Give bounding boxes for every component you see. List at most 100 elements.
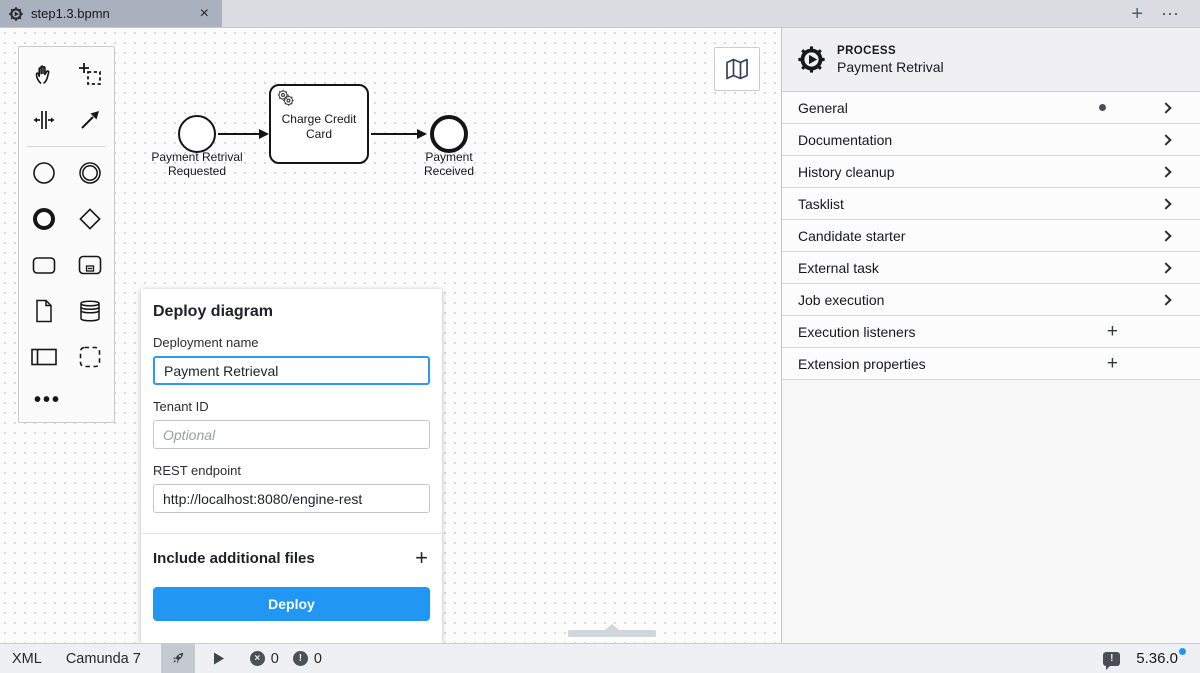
chevron-right-icon bbox=[1160, 294, 1171, 305]
section-documentation[interactable]: Documentation bbox=[782, 124, 1200, 156]
create-end-event[interactable] bbox=[21, 196, 67, 242]
end-event-icon bbox=[31, 206, 57, 232]
section-tasklist[interactable]: Tasklist bbox=[782, 188, 1200, 220]
space-tool-icon bbox=[32, 108, 56, 132]
create-subprocess[interactable] bbox=[67, 242, 113, 288]
create-start-event[interactable] bbox=[21, 150, 67, 196]
element-type-label: PROCESS bbox=[837, 45, 944, 57]
create-group[interactable] bbox=[67, 334, 113, 380]
error-icon: × bbox=[250, 651, 265, 666]
map-icon bbox=[724, 57, 750, 81]
create-data-store[interactable] bbox=[67, 288, 113, 334]
end-event-label: Payment Received bbox=[404, 150, 494, 179]
create-gateway[interactable] bbox=[67, 196, 113, 242]
tab-close-icon[interactable]: × bbox=[197, 6, 212, 22]
space-tool[interactable] bbox=[21, 97, 67, 143]
connect-tool-icon bbox=[78, 108, 102, 132]
section-history-cleanup[interactable]: History cleanup bbox=[782, 156, 1200, 188]
bottom-panel-handle[interactable] bbox=[568, 630, 656, 637]
rest-endpoint-input[interactable] bbox=[153, 484, 430, 513]
create-intermediate-event[interactable] bbox=[67, 150, 113, 196]
status-bar-right: ! 5.36.0 bbox=[1103, 650, 1200, 667]
properties-panel: PROCESS Payment Retrival General Documen… bbox=[781, 28, 1200, 643]
chevron-right-icon bbox=[1160, 102, 1171, 113]
data-store-icon bbox=[77, 298, 103, 324]
tab-bar-actions: + ⋯ bbox=[1131, 0, 1200, 27]
xml-toggle[interactable]: XML bbox=[0, 644, 54, 673]
tab-label: step1.3.bpmn bbox=[31, 6, 189, 21]
chevron-right-icon bbox=[1160, 230, 1171, 241]
add-execution-listener-button[interactable]: + bbox=[1107, 322, 1118, 341]
task-icon bbox=[31, 252, 57, 278]
deploy-dialog-title: Deploy diagram bbox=[153, 303, 430, 321]
section-job-execution[interactable]: Job execution bbox=[782, 284, 1200, 316]
start-instance-button[interactable] bbox=[201, 644, 236, 673]
process-gear-play-icon bbox=[798, 46, 825, 73]
section-extension-properties[interactable]: Extension properties + bbox=[782, 348, 1200, 380]
create-participant[interactable] bbox=[21, 334, 67, 380]
add-extension-property-button[interactable]: + bbox=[1107, 354, 1118, 373]
properties-panel-header: PROCESS Payment Retrival bbox=[782, 28, 1200, 92]
element-name: Payment Retrival bbox=[837, 59, 944, 75]
overflow-menu-icon[interactable]: ⋯ bbox=[1161, 5, 1180, 23]
deployment-name-input[interactable] bbox=[153, 356, 430, 385]
section-candidate-starter[interactable]: Candidate starter bbox=[782, 220, 1200, 252]
engine-selector[interactable]: Camunda 7 bbox=[54, 644, 153, 673]
section-general[interactable]: General bbox=[782, 92, 1200, 124]
section-execution-listeners[interactable]: Execution listeners + bbox=[782, 316, 1200, 348]
lasso-tool-icon bbox=[78, 62, 102, 86]
participant-icon bbox=[30, 345, 58, 369]
section-external-task[interactable]: External task bbox=[782, 252, 1200, 284]
deploy-tool-button[interactable] bbox=[161, 644, 195, 673]
deploy-button[interactable]: Deploy bbox=[153, 587, 430, 621]
palette-more-button[interactable]: ••• bbox=[19, 380, 114, 420]
status-bar: XML Camunda 7 × 0 ! 0 bbox=[0, 643, 1200, 673]
data-object-icon bbox=[32, 298, 56, 324]
start-event-icon bbox=[31, 160, 57, 186]
include-additional-files-row: Include additional files + bbox=[153, 534, 430, 571]
camunda-modeler-window: step1.3.bpmn × + ⋯ bbox=[0, 0, 1200, 673]
warning-icon: ! bbox=[293, 651, 308, 666]
palette: ••• bbox=[18, 46, 115, 423]
bpmn-gear-play-icon bbox=[9, 7, 23, 21]
chevron-right-icon bbox=[1160, 262, 1171, 273]
selected-element-info: PROCESS Payment Retrival bbox=[837, 45, 944, 75]
edited-dot-indicator bbox=[1099, 104, 1106, 111]
hand-tool-icon bbox=[32, 62, 56, 86]
start-event-label: Payment Retrival Requested bbox=[139, 150, 255, 179]
version-indicator[interactable]: 5.36.0 bbox=[1136, 650, 1186, 667]
include-additional-files-label: Include additional files bbox=[153, 550, 315, 567]
create-task[interactable] bbox=[21, 242, 67, 288]
tenant-id-input[interactable] bbox=[153, 420, 430, 449]
global-connect-tool[interactable] bbox=[67, 97, 113, 143]
bpmn-canvas[interactable]: ••• Payment Retrival Requested bbox=[0, 28, 781, 643]
service-task-charge-credit-card[interactable]: Charge Credit Card bbox=[269, 84, 369, 164]
feedback-icon[interactable]: ! bbox=[1103, 652, 1120, 666]
deploy-dialog: Deploy diagram Deployment name Tenant ID… bbox=[141, 289, 442, 643]
gateway-icon bbox=[76, 205, 104, 233]
lasso-tool[interactable] bbox=[67, 51, 113, 97]
new-tab-button[interactable]: + bbox=[1131, 4, 1143, 24]
chevron-right-icon bbox=[1160, 134, 1171, 145]
tab-step1-3-bpmn[interactable]: step1.3.bpmn × bbox=[0, 0, 222, 27]
start-event[interactable] bbox=[178, 115, 216, 153]
rest-endpoint-label: REST endpoint bbox=[153, 463, 430, 478]
intermediate-event-icon bbox=[77, 160, 103, 186]
sequence-flows bbox=[0, 28, 780, 248]
group-icon bbox=[77, 344, 103, 370]
tenant-id-label: Tenant ID bbox=[153, 399, 430, 414]
chevron-right-icon bbox=[1160, 198, 1171, 209]
update-available-dot bbox=[1179, 648, 1186, 655]
add-files-icon[interactable]: + bbox=[415, 547, 428, 569]
rocket-icon bbox=[169, 650, 186, 667]
create-data-object[interactable] bbox=[21, 288, 67, 334]
palette-separator bbox=[27, 146, 106, 147]
warning-counter[interactable]: ! 0 bbox=[293, 651, 322, 667]
chevron-right-icon bbox=[1160, 166, 1171, 177]
error-counter[interactable]: × 0 bbox=[250, 651, 279, 667]
end-event[interactable] bbox=[430, 115, 468, 153]
tab-bar: step1.3.bpmn × + ⋯ bbox=[0, 0, 1200, 28]
minimap-toggle-button[interactable] bbox=[714, 47, 760, 91]
hand-tool[interactable] bbox=[21, 51, 67, 97]
play-icon bbox=[211, 651, 226, 666]
